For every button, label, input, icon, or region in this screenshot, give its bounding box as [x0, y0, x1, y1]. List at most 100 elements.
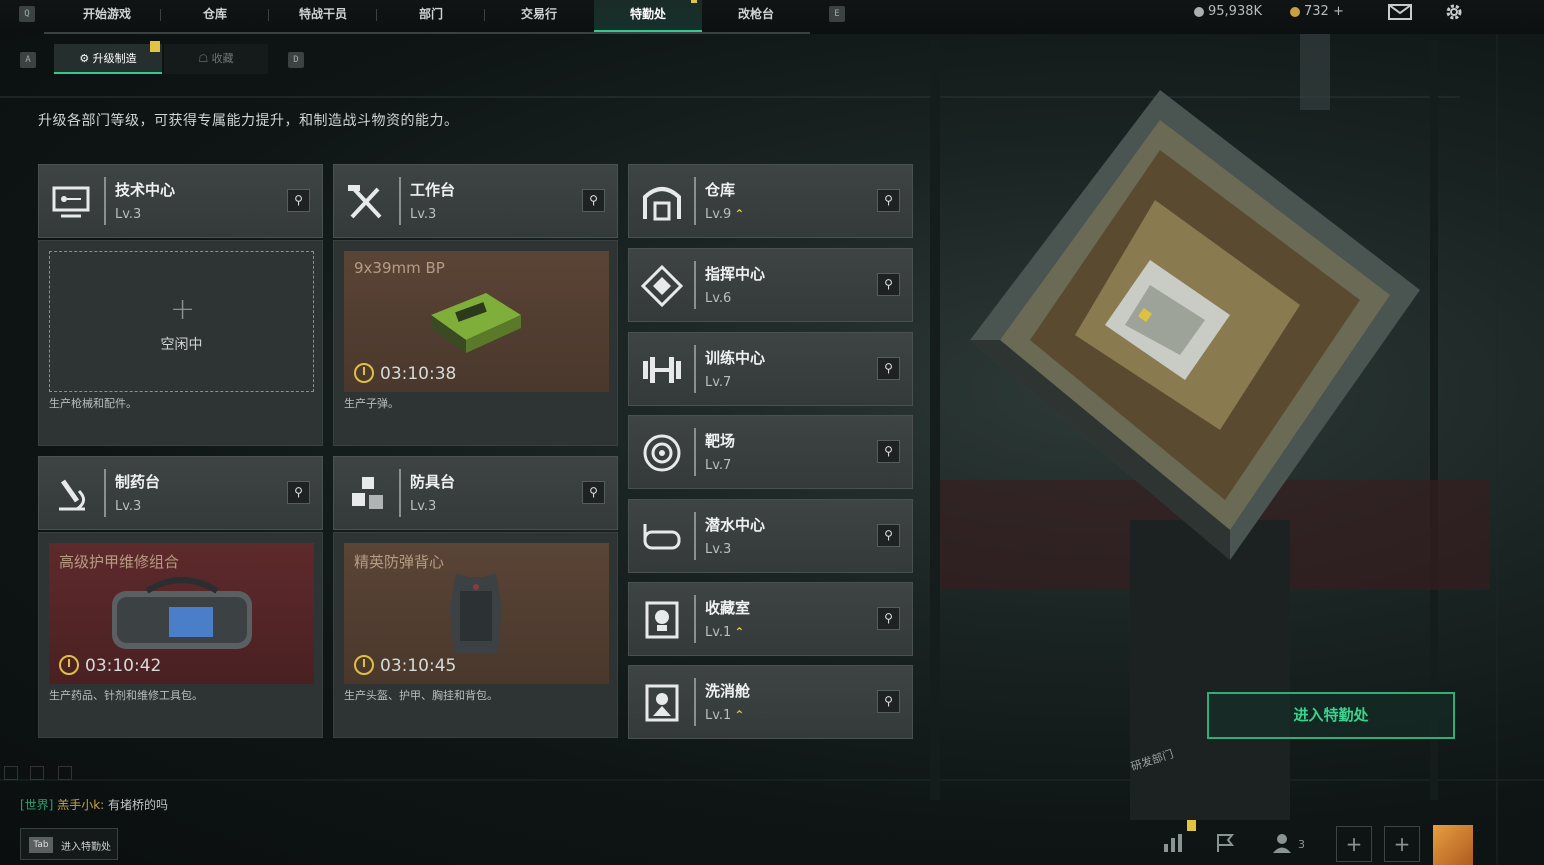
subtab-collection[interactable]: ☖ 收藏 — [164, 44, 268, 74]
dept-card-warehouse[interactable]: 仓库 Lv.9 ⌃ ⚲ — [628, 164, 913, 238]
target-icon — [643, 434, 681, 472]
production-panel-armor-bench[interactable]: 精英防弹背心 03:10:45 生产头盔、护甲、胸挂和背包。 — [333, 532, 618, 738]
repair-kit-bag-image — [112, 577, 252, 649]
avatar[interactable] — [1433, 825, 1473, 865]
coin-icon — [1194, 6, 1204, 17]
production-slot[interactable]: 高级护甲维修组合 03:10:42 — [49, 543, 314, 684]
tab-gunsmith[interactable]: 改枪台 — [702, 0, 810, 32]
stats-icon[interactable] — [1162, 832, 1184, 854]
trophy-icon — [645, 601, 679, 639]
warehouse-icon — [643, 187, 681, 221]
top-nav-bar: Q 开始游戏 仓库 特战干员 部门 交易行 特勤处 改枪台 E 95,938K … — [0, 0, 1544, 34]
card-divider — [104, 469, 106, 517]
station-card-tech-center[interactable]: 技术中心 Lv.3 ⚲ — [38, 164, 323, 238]
station-card-armor-bench[interactable]: 防具台 Lv.3 ⚲ — [333, 456, 618, 530]
production-panel-workbench[interactable]: 9x39mm BP 03:10:38 生产子弹。 — [333, 240, 618, 446]
stats-notification-badge — [1187, 820, 1196, 831]
chat-message[interactable]: [世界] 羔手小k: 有堵桥的吗 — [20, 796, 168, 813]
dept-level: Lv.1 ⌃ — [705, 708, 745, 723]
production-timer: 03:10:45 — [354, 655, 456, 676]
card-divider — [104, 177, 106, 225]
key-hint-a: A — [20, 52, 36, 68]
dept-level: Lv.6 — [705, 291, 732, 306]
friends-icon[interactable] — [1272, 832, 1294, 854]
goggles-icon — [643, 524, 681, 550]
dept-name: 指挥中心 — [705, 265, 766, 283]
dept-level: Lv.9 ⌃ — [705, 207, 745, 222]
friends-count: 3 — [1298, 838, 1305, 851]
computer-icon — [52, 186, 90, 218]
tab-special-service[interactable]: 特勤处 — [594, 0, 702, 32]
add-currency-button[interactable]: + — [1333, 4, 1344, 19]
station-level: Lv.3 — [410, 207, 437, 222]
subtab-notification-badge — [150, 41, 160, 52]
ammo-box-image — [431, 293, 521, 353]
plus-icon: + — [170, 292, 196, 327]
currency-premium[interactable]: 732 + — [1290, 4, 1344, 19]
dept-card-training-center[interactable]: 训练中心 Lv.7 ⚲ — [628, 332, 913, 406]
tab-trade[interactable]: 交易行 — [485, 0, 593, 32]
card-divider — [399, 177, 401, 225]
chat-channel: [世界] — [20, 798, 54, 812]
key-hint-d: D — [288, 52, 304, 68]
station-description: 生产头盔、护甲、胸挂和背包。 — [344, 689, 498, 702]
search-icon[interactable]: ⚲ — [877, 357, 900, 380]
dept-name: 收藏室 — [705, 599, 751, 617]
enter-special-service-button[interactable]: 进入特勤处 — [1207, 692, 1455, 739]
search-icon[interactable]: ⚲ — [582, 189, 605, 212]
search-icon[interactable]: ⚲ — [877, 524, 900, 547]
subtab-upgrade-craft[interactable]: ⚙ 升级制造 — [54, 44, 162, 74]
mail-icon[interactable] — [1388, 4, 1412, 20]
page-description: 升级各部门等级，可获得专属能力提升，和制造战斗物资的能力。 — [38, 113, 459, 129]
dept-card-command-center[interactable]: 指挥中心 Lv.6 ⚲ — [628, 248, 913, 322]
station-name: 制药台 — [115, 473, 161, 491]
chat-tool-icon[interactable] — [4, 766, 18, 780]
tab-hint[interactable]: Tab 进入特勤处 — [20, 828, 118, 860]
production-panel-pharmacy[interactable]: 高级护甲维修组合 03:10:42 生产药品、针剂和维修工具包。 — [38, 532, 323, 738]
station-level: Lv.3 — [115, 207, 142, 222]
card-divider — [694, 595, 696, 643]
search-icon[interactable]: ⚲ — [877, 690, 900, 713]
search-icon[interactable]: ⚲ — [877, 440, 900, 463]
currency-coins[interactable]: 95,938K — [1194, 4, 1262, 19]
station-card-pharmacy[interactable]: 制药台 Lv.3 ⚲ — [38, 456, 323, 530]
product-name: 精英防弹背心 — [354, 553, 445, 571]
dept-name: 仓库 — [705, 181, 736, 199]
tab-department[interactable]: 部门 — [377, 0, 485, 32]
upgrade-arrow-icon: ⌃ — [734, 708, 745, 722]
product-name: 9x39mm BP — [354, 259, 445, 277]
chat-tool-icon[interactable] — [58, 766, 72, 780]
timer-icon — [354, 655, 374, 675]
search-icon[interactable]: ⚲ — [877, 189, 900, 212]
gear-icon[interactable] — [1444, 2, 1464, 22]
tab-operators[interactable]: 特战干员 — [269, 0, 377, 32]
add-slot-button[interactable]: + — [1384, 826, 1420, 862]
add-slot-button[interactable]: + — [1336, 826, 1372, 862]
tab-warehouse[interactable]: 仓库 — [161, 0, 269, 32]
card-divider — [694, 261, 696, 309]
station-card-workbench[interactable]: 工作台 Lv.3 ⚲ — [333, 164, 618, 238]
dumbbell-icon — [643, 357, 681, 383]
dept-card-collection-room[interactable]: 收藏室 Lv.1 ⌃ ⚲ — [628, 582, 913, 656]
search-icon[interactable]: ⚲ — [877, 273, 900, 296]
chat-tool-icon[interactable] — [30, 766, 44, 780]
production-panel-tech-center[interactable]: + 空闲中 生产枪械和配件。 — [38, 240, 323, 446]
search-icon[interactable]: ⚲ — [287, 481, 310, 504]
search-icon[interactable]: ⚲ — [877, 607, 900, 630]
card-divider — [694, 177, 696, 225]
tab-hint-label: 进入特勤处 — [61, 842, 111, 853]
tab-start-game[interactable]: 开始游戏 — [53, 0, 161, 32]
card-divider — [694, 512, 696, 560]
dept-card-diving-center[interactable]: 潜水中心 Lv.3 ⚲ — [628, 499, 913, 573]
production-slot[interactable]: 9x39mm BP 03:10:38 — [344, 251, 609, 392]
search-icon[interactable]: ⚲ — [287, 189, 310, 212]
production-timer: 03:10:38 — [354, 363, 456, 384]
product-name: 高级护甲维修组合 — [59, 553, 180, 571]
station-name: 工作台 — [410, 181, 456, 199]
search-icon[interactable]: ⚲ — [582, 481, 605, 504]
flag-icon[interactable] — [1214, 832, 1236, 854]
dept-card-shooting-range[interactable]: 靶场 Lv.7 ⚲ — [628, 415, 913, 489]
idle-slot[interactable]: + 空闲中 — [49, 251, 314, 392]
production-slot[interactable]: 精英防弹背心 03:10:45 — [344, 543, 609, 684]
dept-card-decon-chamber[interactable]: 洗消舱 Lv.1 ⌃ ⚲ — [628, 665, 913, 739]
